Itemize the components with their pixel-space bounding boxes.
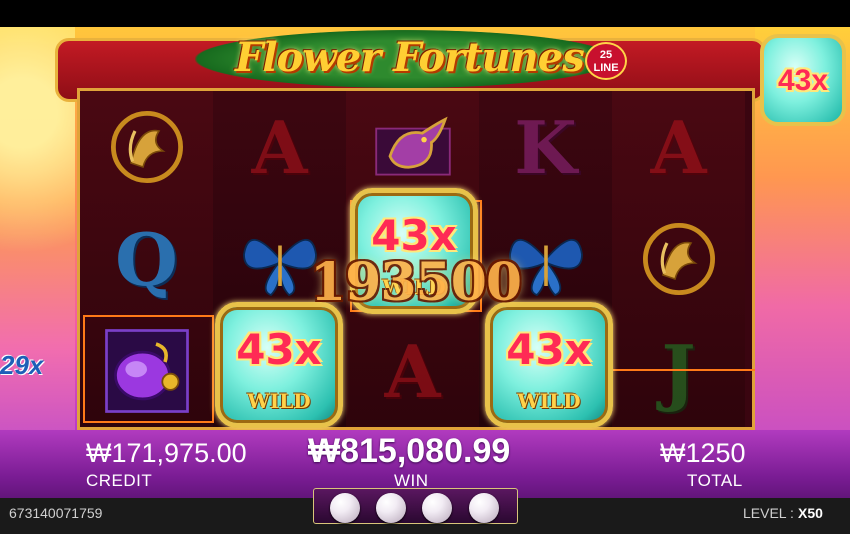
reel-5: A J	[612, 91, 745, 427]
symbol-j: J	[612, 315, 745, 427]
bird-icon	[374, 116, 451, 176]
letter-a-symbol: A	[650, 104, 707, 190]
wild-multiplier: 43x	[236, 325, 322, 374]
wild-symbol: 43x WILD	[485, 302, 613, 428]
level-label: LEVEL :	[743, 505, 794, 521]
symbol-q: Q	[80, 203, 213, 315]
pearl-icon	[469, 493, 499, 523]
win-value: ₩815,080.99	[308, 432, 511, 470]
pearl-meter	[313, 488, 518, 524]
win-amount-overlay: 193500	[310, 252, 522, 313]
letter-k-symbol: K	[514, 104, 577, 190]
symbol-k: K	[479, 91, 612, 203]
corner-multiplier-badge: 43x	[760, 34, 846, 126]
payline-segment	[610, 369, 755, 371]
credit-label: CREDIT	[86, 471, 153, 490]
symbol-a: A	[612, 91, 745, 203]
wild-label: WILD	[517, 389, 581, 413]
top-black-bar	[0, 0, 850, 27]
symbol-bird	[346, 91, 479, 203]
corner-multiplier-text: 43x	[777, 64, 829, 97]
phoenix-icon	[642, 223, 715, 295]
game-stage: Flower Fortunes 25 LINE 43x Q A A K A J …	[0, 0, 850, 534]
pearl-icon	[330, 493, 360, 523]
wild-symbol: 43x WILD	[215, 302, 343, 428]
credit-value: ₩171,975.00	[86, 438, 247, 468]
session-id: 673140071759	[9, 505, 103, 521]
level-value[interactable]: X50	[798, 505, 823, 521]
phoenix-icon	[110, 111, 183, 183]
letter-a-symbol: A	[384, 328, 441, 414]
payline-multiplier-label: 29x	[0, 350, 44, 380]
total-bet-label: TOTAL	[687, 471, 743, 490]
total-bet-value: ₩1250	[660, 438, 746, 468]
symbol-phoenix	[80, 91, 213, 203]
pearl-icon	[422, 493, 452, 523]
symbol-a: A	[346, 315, 479, 427]
payline-highlight-box	[83, 315, 214, 423]
letter-q-symbol: Q	[115, 216, 178, 302]
symbol-a: A	[213, 91, 346, 203]
symbol-phoenix	[612, 203, 745, 315]
game-title: Flower Fortunes	[235, 34, 585, 81]
pearl-icon	[376, 493, 406, 523]
letter-j-symbol: J	[661, 328, 696, 414]
line-badge: 25 LINE	[585, 42, 627, 80]
letter-a-symbol: A	[251, 104, 308, 190]
wild-label: WILD	[247, 389, 311, 413]
wild-multiplier: 43x	[506, 325, 592, 374]
